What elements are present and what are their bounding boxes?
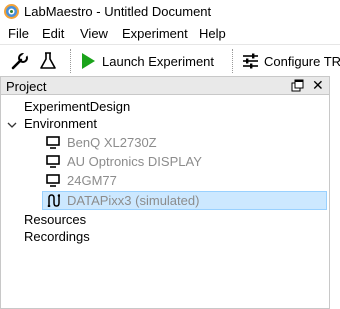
project-tree: ExperimentDesign Environment BenQ XL2730…: [0, 95, 330, 309]
configure-label: Configure TRA: [264, 53, 340, 69]
datapixx-icon: [47, 194, 60, 207]
play-icon: [82, 53, 95, 69]
window-title: LabMaestro - Untitled Document: [24, 4, 212, 19]
project-panel: Project ✕ ExperimentDesign Environment B…: [0, 76, 340, 309]
title-bar: LabMaestro - Untitled Document: [0, 0, 340, 24]
project-panel-header: Project ✕: [0, 76, 330, 95]
tree-item-label: ExperimentDesign: [24, 99, 131, 114]
device-label: AU Optronics DISPLAY: [67, 154, 202, 169]
menu-view[interactable]: View: [80, 26, 108, 41]
close-icon[interactable]: ✕: [312, 77, 324, 94]
monitor-icon: [46, 155, 60, 168]
menu-file[interactable]: File: [8, 26, 29, 41]
float-window-icon[interactable]: [291, 79, 304, 92]
panel-title: Project: [6, 79, 47, 94]
toolbar: Launch Experiment Configure TRA: [0, 44, 340, 76]
menu-edit[interactable]: Edit: [42, 26, 64, 41]
device-label: BenQ XL2730Z: [67, 135, 157, 150]
flask-icon[interactable]: [38, 51, 58, 71]
tree-item-label: Recordings: [24, 229, 90, 244]
device-label: DATAPixx3 (simulated): [67, 193, 200, 208]
monitor-icon: [46, 136, 60, 149]
menu-help[interactable]: Help: [199, 26, 226, 41]
toolbar-separator: [70, 49, 71, 73]
wrench-icon[interactable]: [10, 51, 30, 71]
tree-item-label: Resources: [24, 212, 87, 227]
device-label: 24GM77: [67, 173, 117, 188]
configure-button[interactable]: Configure TRA: [242, 49, 340, 73]
sliders-icon: [243, 53, 258, 69]
menu-experiment[interactable]: Experiment: [122, 26, 188, 41]
chevron-down-icon[interactable]: [7, 120, 17, 130]
monitor-icon: [46, 174, 60, 187]
tree-item-label: Environment: [24, 116, 97, 131]
toolbar-separator: [232, 49, 233, 73]
labmaestro-logo-icon: [4, 4, 19, 19]
tree-item-device-selected[interactable]: DATAPixx3 (simulated): [42, 191, 327, 210]
menu-bar: File Edit View Experiment Help: [0, 24, 340, 44]
tree-item-device[interactable]: BenQ XL2730Z: [44, 134, 284, 152]
launch-experiment-button[interactable]: Launch Experiment: [80, 49, 214, 73]
tree-item-device[interactable]: 24GM77: [44, 172, 284, 190]
launch-experiment-label: Launch Experiment: [102, 53, 215, 69]
tree-item-device[interactable]: AU Optronics DISPLAY: [44, 153, 284, 171]
